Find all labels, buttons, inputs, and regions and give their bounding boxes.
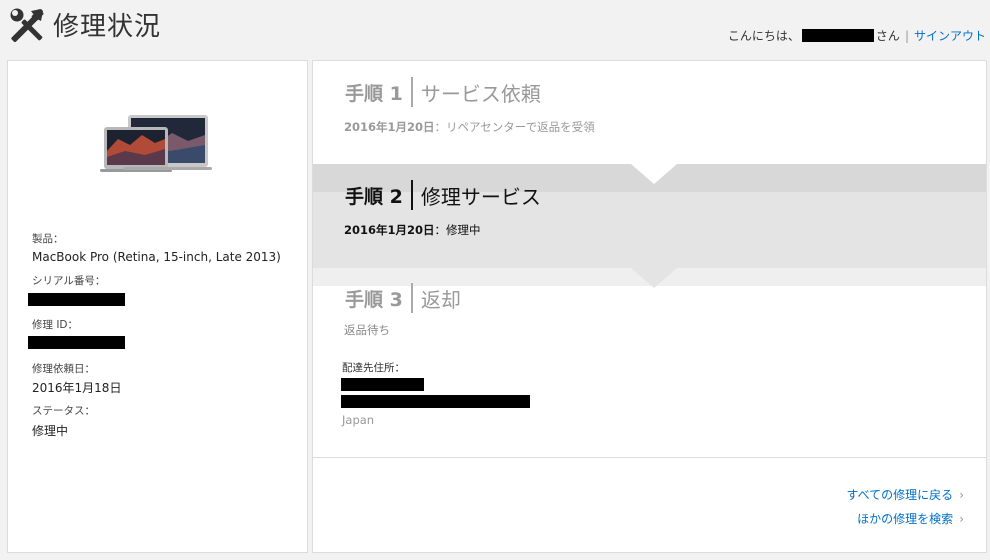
step-2-name: 修理サービス <box>420 184 541 209</box>
device-info-panel: 製品： MacBook Pro (Retina, 15-inch, Late 2… <box>7 60 308 553</box>
status-value: 修理中 <box>32 424 69 438</box>
chevron-right-icon: › <box>959 512 964 526</box>
step-1-date: 2016年1月20日 <box>344 120 435 134</box>
step-1-number: 手順 1 <box>345 82 403 105</box>
step-2-pointer <box>631 268 677 288</box>
step-1-pointer <box>631 164 677 184</box>
redacted-address-line-1 <box>341 378 424 391</box>
address-label: 配達先住所： <box>342 362 405 374</box>
step-1-date-line: 2016年1月20日：リペアセンターで返品を受領 <box>344 119 595 135</box>
redacted-repair-id <box>28 336 125 349</box>
redacted-username <box>801 29 874 42</box>
step-3: 手順 3 返却 返品待ち 配達先住所： Japan <box>313 268 986 457</box>
greeting-prefix: こんにちは、 <box>727 29 800 43</box>
step-3-status: 返品待ち <box>344 323 390 337</box>
signout-link[interactable]: サインアウト <box>914 27 986 44</box>
serial-label: シリアル番号： <box>32 275 106 287</box>
step-3-divider <box>410 283 413 313</box>
bottom-links: すべての修理に戻る › ほかの修理を検索 › <box>313 457 986 552</box>
laptop-image <box>100 115 212 172</box>
repair-id-label: 修理 ID： <box>32 319 79 331</box>
step-1: 手順 1 サービス依頼 2016年1月20日：リペアセンターで返品を受領 <box>313 61 986 164</box>
all-repairs-label[interactable]: すべての修理に戻る <box>847 488 954 502</box>
step-1-detail: ：リペアセンターで返品を受領 <box>434 120 595 134</box>
greeting: こんにちは、 さん | サインアウト <box>728 27 986 44</box>
tools-icon <box>10 8 44 43</box>
request-date-label: 修理依頼日： <box>32 363 95 375</box>
step-3-name: 返却 <box>420 287 461 312</box>
product-label: 製品： <box>32 233 64 245</box>
search-other-repair-label[interactable]: ほかの修理を検索 <box>857 512 953 526</box>
request-date-value: 2016年1月18日 <box>32 381 122 395</box>
step-2-detail: ：修理中 <box>434 223 481 237</box>
step-2-date: 2016年1月20日 <box>344 223 435 237</box>
search-other-repair-link[interactable]: ほかの修理を検索 › <box>857 510 964 527</box>
step-2-date-line: 2016年1月20日：修理中 <box>344 222 481 238</box>
all-repairs-link[interactable]: すべての修理に戻る › <box>847 486 965 503</box>
address-country: Japan <box>342 413 375 427</box>
step-1-heading: 手順 1 サービス依頼 <box>345 77 541 107</box>
header: 修理状況 こんにちは、 さん | サインアウト <box>0 0 990 56</box>
step-1-name: サービス依頼 <box>420 81 541 106</box>
header-separator: | <box>904 28 909 43</box>
chevron-right-icon: › <box>959 488 964 502</box>
step-3-heading: 手順 3 返却 <box>345 283 461 313</box>
redacted-serial <box>28 293 125 306</box>
step-1-divider <box>410 77 413 107</box>
repair-steps-panel: 手順 1 サービス依頼 2016年1月20日：リペアセンターで返品を受領 手順 … <box>312 60 987 553</box>
step-3-number: 手順 3 <box>345 288 403 311</box>
page-title: 修理状況 <box>53 12 162 42</box>
greeting-suffix: さん <box>875 29 900 43</box>
step-2-number: 手順 2 <box>345 185 403 208</box>
redacted-address-line-2 <box>341 395 530 408</box>
status-label: ステータス： <box>32 405 95 417</box>
product-value: MacBook Pro (Retina, 15-inch, Late 2013) <box>32 250 281 264</box>
step-2-heading: 手順 2 修理サービス <box>345 180 541 210</box>
step-2-divider <box>410 180 413 210</box>
